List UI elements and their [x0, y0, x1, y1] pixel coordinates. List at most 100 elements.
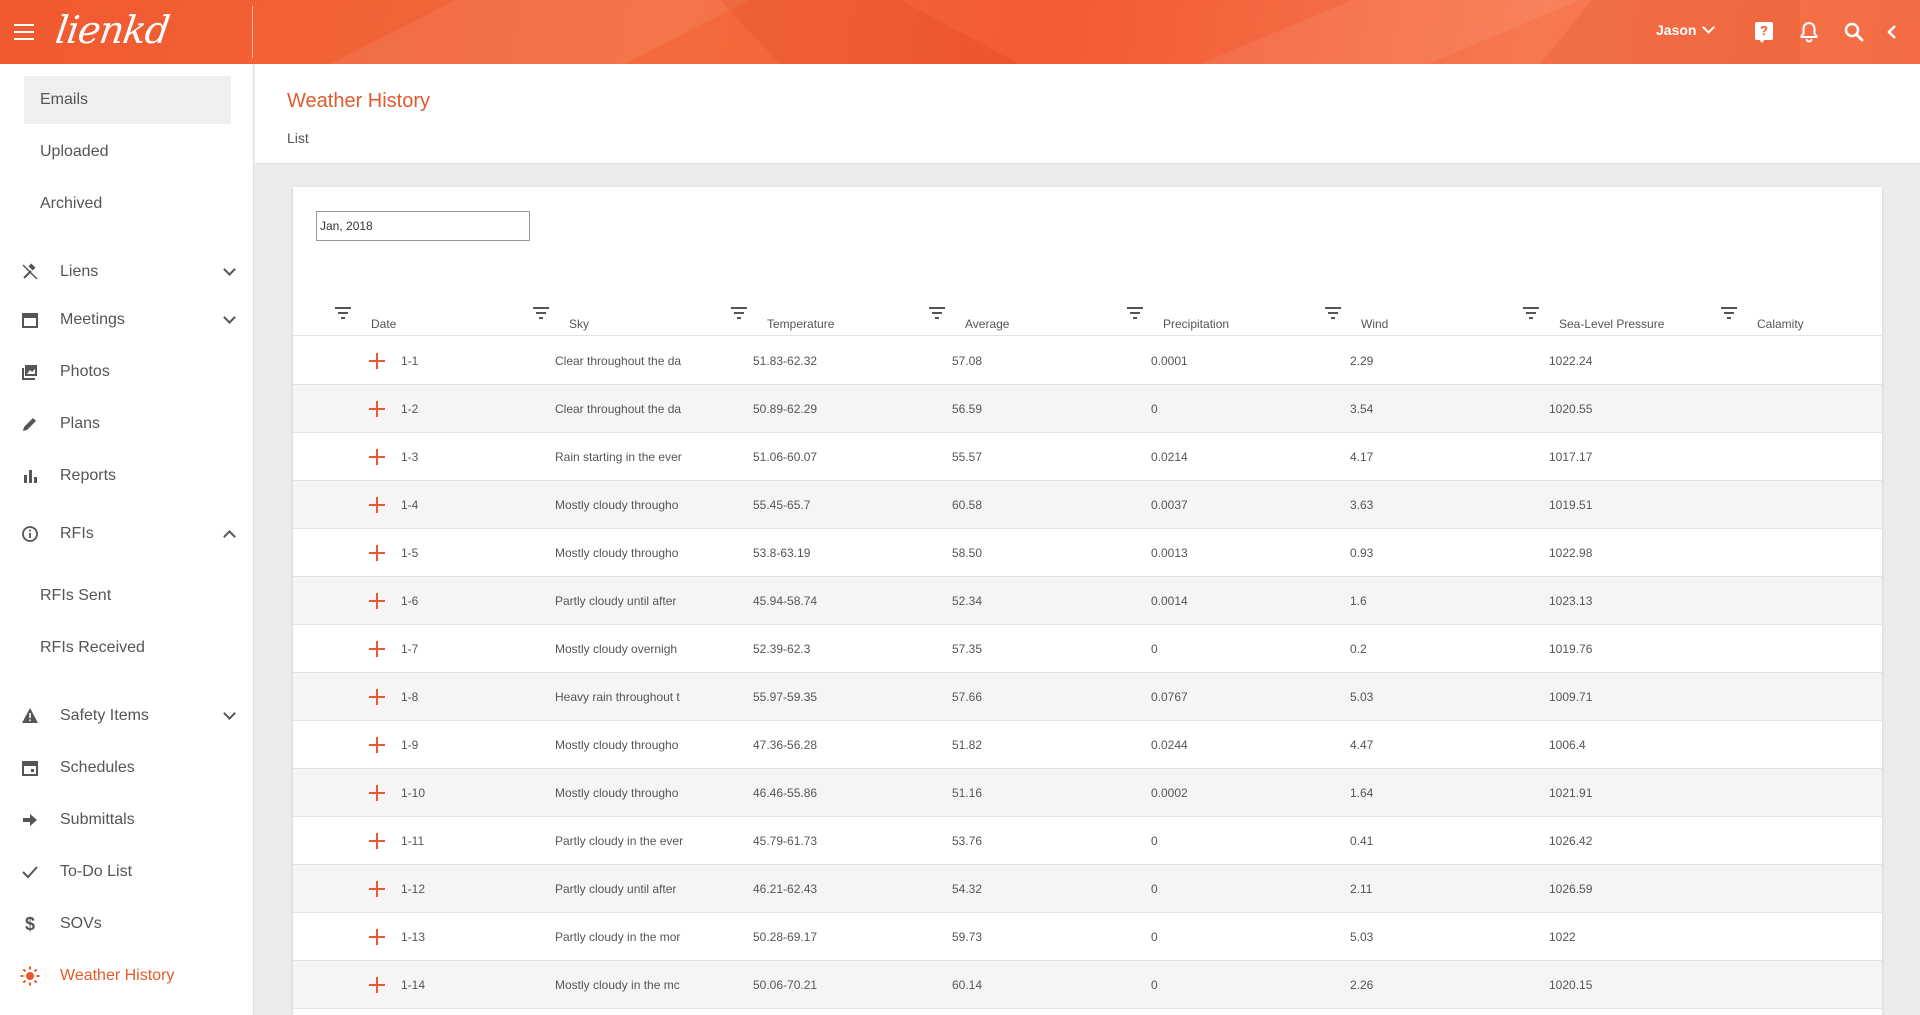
user-menu[interactable]: Jason [1656, 21, 1716, 38]
cell-precipitation: 0.0244 [1151, 738, 1188, 752]
cell-temperature: 46.21-62.43 [753, 882, 818, 896]
cell-average: 52.34 [952, 594, 983, 608]
table-row[interactable]: 1-6 Partly cloudy until after 45.94-58.74 5… [293, 577, 1882, 625]
sidebar-item-emails[interactable]: Emails [24, 76, 231, 124]
info-icon [20, 524, 40, 544]
pencil-icon [20, 414, 40, 434]
cell-date: 1-6 [401, 594, 419, 608]
filter-icon[interactable] [731, 307, 747, 319]
help-icon[interactable]: ? [1752, 20, 1776, 44]
table-row[interactable]: 1-12 Partly cloudy until after 46.21-62.43… [293, 865, 1882, 913]
column-header-label: Sea-Level Pressure [1559, 317, 1665, 331]
column-header-precipitation[interactable]: Precipitation [1123, 297, 1313, 336]
expand-row-plus-icon[interactable] [369, 497, 385, 513]
sidebar-item-rfis-sent[interactable]: RFIs Sent [24, 572, 231, 620]
table-row[interactable]: 1-4 Mostly cloudy througho 55.45-65.7 60.58… [293, 481, 1882, 529]
sidebar-item-submittals[interactable]: Submittals [0, 798, 254, 842]
chevron-left-icon[interactable] [1880, 20, 1904, 44]
expand-row-plus-icon[interactable] [369, 881, 385, 897]
sidebar-item-meetings[interactable]: Meetings [0, 298, 254, 342]
expand-row-plus-icon[interactable] [369, 593, 385, 609]
sidebar-item-plans[interactable]: Plans [0, 402, 254, 446]
filter-icon[interactable] [1325, 307, 1341, 319]
expand-row-plus-icon[interactable] [369, 737, 385, 753]
app-logo[interactable]: lienkd [53, 8, 172, 52]
cell-precipitation: 0 [1151, 402, 1158, 416]
expand-row-plus-icon[interactable] [369, 545, 385, 561]
sidebar-item-safety-items[interactable]: Safety Items [0, 694, 254, 738]
filter-icon[interactable] [533, 307, 549, 319]
sidebar-item-reports[interactable]: Reports [0, 454, 254, 498]
search-icon[interactable] [1842, 20, 1866, 44]
dollar-icon: $ [24, 913, 35, 934]
table-row[interactable]: 1-8 Heavy rain throughout t 55.97-59.35 57.… [293, 673, 1882, 721]
cell-wind: 0.2 [1350, 642, 1367, 656]
filter-icon[interactable] [1127, 307, 1143, 319]
table-row[interactable]: 1-10 Mostly cloudy througho 46.46-55.86 51.… [293, 769, 1882, 817]
table-row[interactable]: 1-7 Mostly cloudy overnigh 52.39-62.3 57.35… [293, 625, 1882, 673]
sidebar-item-photos[interactable]: Photos [0, 350, 254, 394]
table-row[interactable]: 1-14 Mostly cloudy in the mc 50.06-70.21 60… [293, 961, 1882, 1009]
cell-wind: 0.93 [1350, 546, 1374, 560]
column-header-average[interactable]: Average [925, 297, 1115, 336]
table-row[interactable]: 1-13 Partly cloudy in the mor 50.28-69.17 5… [293, 913, 1882, 961]
table-row[interactable]: 1-2 Clear throughout the da 50.89-62.29 56.… [293, 385, 1882, 433]
expand-row-plus-icon[interactable] [369, 449, 385, 465]
sidebar-item-rfis[interactable]: RFIs [0, 512, 254, 556]
column-header-sky[interactable]: Sky [529, 297, 719, 336]
cell-date: 1-9 [401, 738, 419, 752]
cell-sky: Heavy rain throughout t [555, 690, 680, 704]
cell-wind: 5.03 [1350, 690, 1374, 704]
filter-icon[interactable] [1721, 307, 1737, 319]
table-row[interactable]: 1-9 Mostly cloudy througho 47.36-56.28 51.8… [293, 721, 1882, 769]
expand-row-plus-icon[interactable] [369, 689, 385, 705]
expand-row-plus-icon[interactable] [369, 929, 385, 945]
expand-row-plus-icon[interactable] [369, 641, 385, 657]
filter-icon[interactable] [335, 307, 351, 319]
expand-row-plus-icon[interactable] [369, 401, 385, 417]
cell-average: 60.14 [952, 978, 983, 992]
filter-icon[interactable] [1523, 307, 1539, 319]
sidebar-item-label: Safety Items [60, 707, 149, 724]
sidebar-item-to-do-list[interactable]: To-Do List [0, 850, 254, 894]
sidebar-item-schedules[interactable]: Schedules [0, 746, 254, 790]
cell-average: 56.59 [952, 402, 983, 416]
sidebar-item-label: Photos [60, 363, 110, 380]
cell-temperature: 46.46-55.86 [753, 786, 818, 800]
sidebar-item-weather-history[interactable]: Weather History [0, 954, 254, 998]
cell-precipitation: 0 [1151, 882, 1158, 896]
cell-date: 1-10 [401, 786, 426, 800]
column-header-wind[interactable]: Wind [1321, 297, 1511, 336]
expand-row-plus-icon[interactable] [369, 977, 385, 993]
column-header-calamity[interactable]: Calamity [1717, 297, 1882, 336]
month-input[interactable] [316, 211, 530, 241]
expand-row-plus-icon[interactable] [369, 833, 385, 849]
sidebar-item-sovs[interactable]: $ SOVs [0, 902, 254, 946]
sidebar-item-liens[interactable]: Liens [0, 250, 254, 294]
bell-icon[interactable] [1797, 20, 1821, 44]
table-row[interactable]: 1-5 Mostly cloudy througho 53.8-63.19 58.50… [293, 529, 1882, 577]
cell-sea-level-pressure: 1022.24 [1549, 354, 1593, 368]
hamburger-icon[interactable] [14, 24, 40, 44]
cell-temperature: 53.8-63.19 [753, 546, 811, 560]
sidebar-item-label: Plans [60, 415, 101, 432]
cell-wind: 0.41 [1350, 834, 1374, 848]
table-row[interactable]: 1-3 Rain starting in the ever 51.06-60.07 5… [293, 433, 1882, 481]
table-row[interactable]: 1-1 Clear throughout the da 51.83-62.32 57.… [293, 337, 1882, 385]
cell-wind: 4.47 [1350, 738, 1374, 752]
column-header-date[interactable]: Date [331, 297, 521, 336]
filter-icon[interactable] [929, 307, 945, 319]
sidebar-item-rfis-received[interactable]: RFIs Received [24, 624, 231, 672]
cell-sea-level-pressure: 1009.71 [1549, 690, 1593, 704]
expand-row-plus-icon[interactable] [369, 785, 385, 801]
sidebar-item-label: Submittals [60, 811, 135, 828]
column-header-sea-level-pressure[interactable]: Sea-Level Pressure [1519, 297, 1709, 336]
cell-date: 1-7 [401, 642, 419, 656]
sidebar-item-archived[interactable]: Archived [24, 180, 231, 228]
cell-precipitation: 0 [1151, 834, 1158, 848]
column-header-temperature[interactable]: Temperature [727, 297, 917, 336]
sidebar-item-uploaded[interactable]: Uploaded [24, 128, 231, 176]
header-divider [252, 6, 253, 58]
table-row[interactable]: 1-11 Partly cloudy in the ever 45.79-61.73… [293, 817, 1882, 865]
expand-row-plus-icon[interactable] [369, 353, 385, 369]
